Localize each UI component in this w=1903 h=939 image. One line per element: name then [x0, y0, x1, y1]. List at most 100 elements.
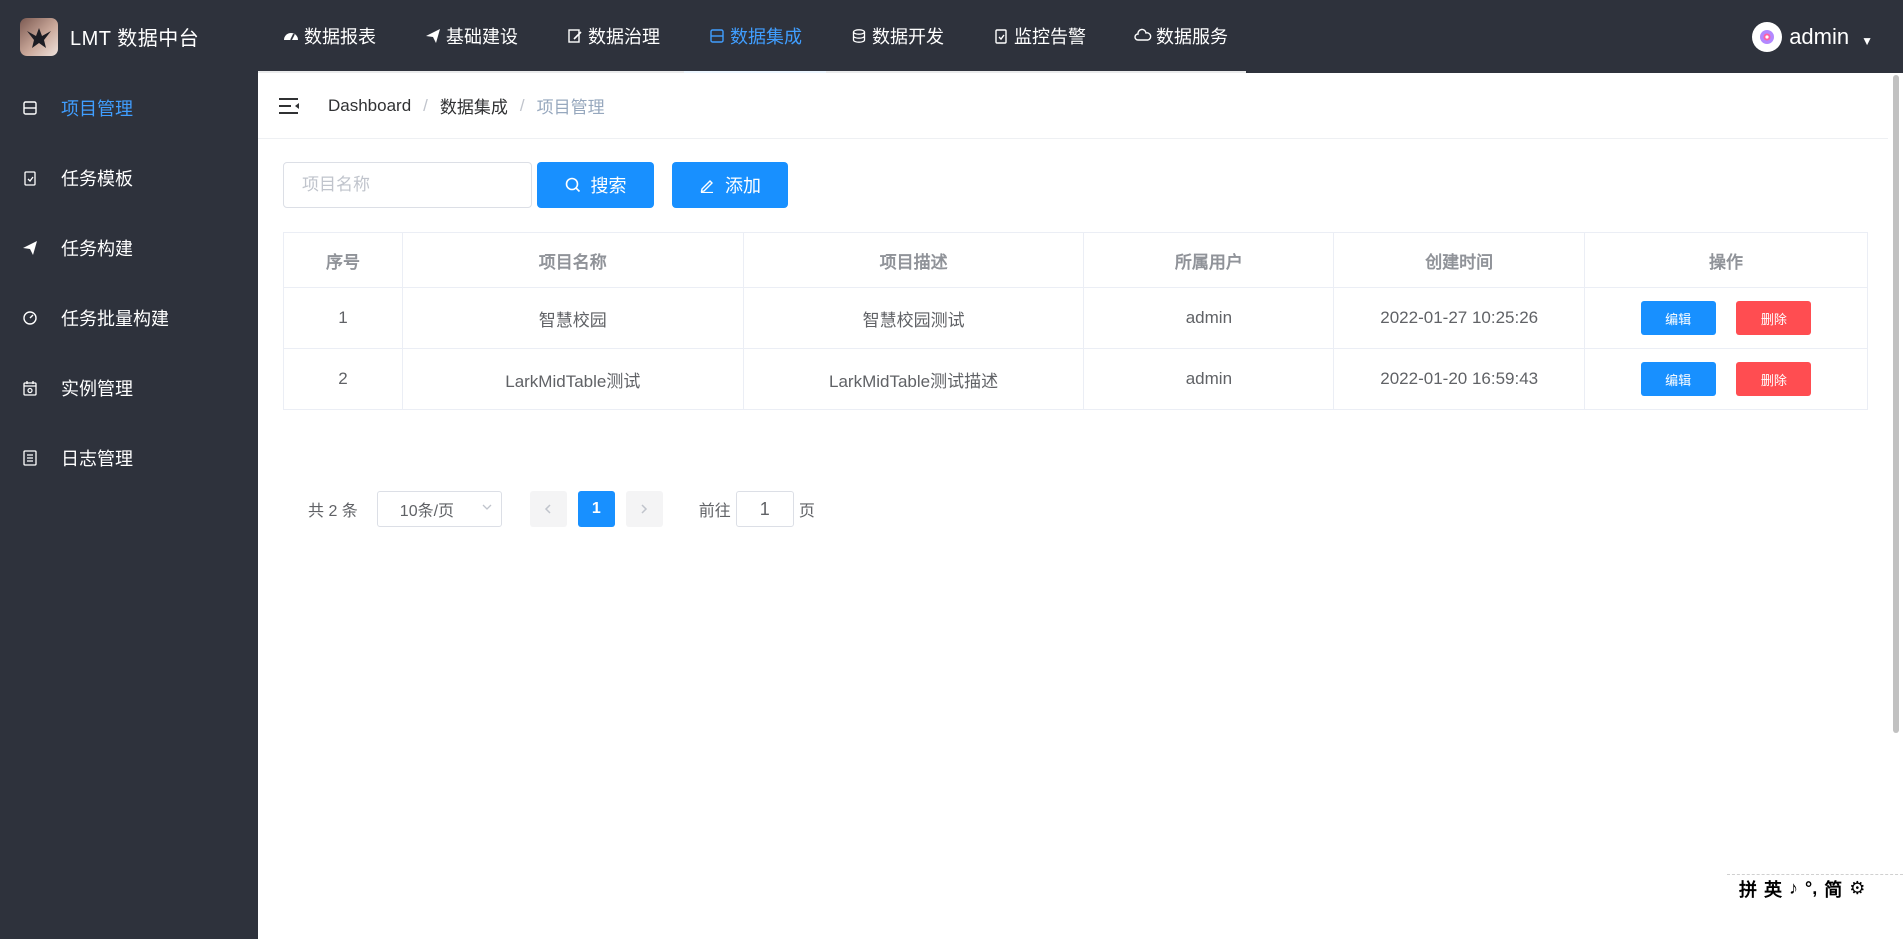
topnav-label: 监控告警 — [1014, 26, 1086, 47]
prev-page-button[interactable] — [529, 491, 567, 527]
avatar — [1752, 21, 1783, 52]
cell-created-time: 2022-01-20 16:59:43 — [1333, 348, 1586, 410]
ime-english-icon[interactable]: 英 — [1764, 876, 1782, 902]
sidebar-item-templates[interactable]: 任务模板 — [0, 143, 258, 213]
ime-settings-icon[interactable]: ⚙ — [1849, 878, 1865, 899]
cell-index: 1 — [283, 287, 403, 349]
ime-toolbar: 拼 英 ♪ °, 简 ⚙ — [1727, 874, 1903, 902]
toolbar: 搜索 添加 — [283, 162, 788, 208]
cloud-icon — [1134, 27, 1152, 45]
page-number-button[interactable]: 1 — [577, 491, 615, 527]
brand[interactable]: LMT 数据中台 — [0, 0, 258, 73]
ime-moon-icon[interactable]: ♪ — [1789, 878, 1798, 899]
cell-created-time: 2022-01-27 10:25:26 — [1333, 287, 1586, 349]
sidebar-item-label: 实例管理 — [61, 379, 133, 399]
cell-actions: 编辑 删除 — [1584, 348, 1868, 410]
goto-prefix: 前往 — [698, 503, 731, 520]
sidebar-item-instances[interactable]: 实例管理 — [0, 353, 258, 423]
cell-project-name: 智慧校园 — [401, 287, 744, 349]
page-size-select[interactable]: 10条/页 — [376, 491, 502, 527]
sidebar-item-logs[interactable]: 日志管理 — [0, 423, 258, 493]
ime-pinyin-icon[interactable]: 拼 — [1739, 876, 1757, 902]
breadcrumb-home[interactable]: Dashboard — [328, 96, 411, 116]
inbox-icon — [708, 27, 726, 45]
cell-owner: admin — [1083, 287, 1335, 349]
dashboard-icon — [282, 27, 300, 45]
ime-punctuation-icon[interactable]: °, — [1805, 878, 1817, 899]
breadcrumb-current: 项目管理 — [536, 98, 605, 117]
topnav-item-services[interactable]: 数据服务 — [1110, 0, 1252, 73]
header-index: 序号 — [283, 232, 403, 288]
sidebar-item-label: 任务批量构建 — [61, 309, 169, 329]
brand-title: LMT 数据中台 — [70, 28, 200, 50]
sidebar-item-batch-build[interactable]: 任务批量构建 — [0, 283, 258, 353]
edit-button[interactable]: 编辑 — [1640, 301, 1716, 335]
topnav-item-governance[interactable]: 数据治理 — [542, 0, 684, 73]
goto-page-input[interactable] — [735, 491, 794, 527]
edit-button[interactable]: 编辑 — [1640, 362, 1716, 396]
document-list-icon — [21, 449, 39, 467]
sidebar-item-label: 任务构建 — [61, 239, 133, 259]
breadcrumb-separator: / — [519, 95, 525, 115]
cell-project-name: LarkMidTable测试 — [401, 348, 744, 410]
scrollbar-thumb[interactable] — [1893, 75, 1899, 733]
topnav-item-monitoring[interactable]: 监控告警 — [968, 0, 1110, 73]
header-actions: 操作 — [1584, 232, 1868, 288]
topnav-label: 数据服务 — [1156, 26, 1228, 47]
add-button[interactable]: 添加 — [672, 162, 788, 208]
clipboard-check-icon — [21, 169, 39, 187]
search-icon — [565, 177, 581, 193]
header-created-time: 创建时间 — [1333, 232, 1586, 288]
calendar-icon — [21, 379, 39, 397]
content-navbar: Dashboard / 数据集成 / 项目管理 — [258, 73, 1888, 139]
chevron-left-icon — [545, 504, 551, 514]
topnav-item-development[interactable]: 数据开发 — [826, 0, 968, 73]
topnav-label: 数据治理 — [588, 26, 660, 47]
breadcrumb: Dashboard / 数据集成 / 项目管理 — [328, 93, 605, 118]
next-page-button[interactable] — [625, 491, 663, 527]
pagination-total: 共 2 条 — [308, 503, 358, 520]
edit-pen-icon — [699, 177, 715, 193]
vertical-scrollbar[interactable] — [1888, 73, 1903, 939]
project-name-search-input[interactable] — [283, 162, 532, 208]
sidebar-item-label: 任务模板 — [61, 169, 133, 189]
delete-button[interactable]: 删除 — [1736, 362, 1812, 396]
paper-plane-icon — [424, 27, 442, 45]
add-button-label: 添加 — [725, 176, 761, 196]
goto-suffix: 页 — [798, 503, 815, 520]
goto-page: 前往 页 — [699, 491, 815, 527]
topnav-item-infrastructure[interactable]: 基础建设 — [400, 0, 542, 73]
edit-document-icon — [566, 27, 584, 45]
user-menu[interactable]: admin ▼ — [1752, 0, 1873, 73]
menu-toggle-icon[interactable] — [278, 95, 300, 117]
header-project-desc: 项目描述 — [742, 232, 1085, 288]
pagination: 共 2 条 10条/页 1 前往 页 — [308, 491, 815, 527]
topnav-label: 数据报表 — [304, 26, 376, 47]
topnav-item-reports[interactable]: 数据报表 — [258, 0, 400, 73]
topnav-label: 数据集成 — [730, 26, 802, 47]
gauge-icon — [21, 309, 39, 327]
breadcrumb-section[interactable]: 数据集成 — [440, 93, 508, 118]
brand-logo — [20, 17, 58, 56]
topnav-label: 基础建设 — [446, 26, 518, 47]
user-name: admin — [1789, 23, 1850, 49]
topnav-item-integration[interactable]: 数据集成 — [684, 0, 826, 73]
delete-button[interactable]: 删除 — [1736, 301, 1812, 335]
sidebar-item-label: 日志管理 — [61, 449, 133, 469]
search-button-label: 搜索 — [590, 176, 627, 196]
projects-table: 序号 项目名称 项目描述 所属用户 创建时间 操作 1 智慧校园 智慧校园测试 … — [283, 232, 1868, 410]
main-content: Dashboard / 数据集成 / 项目管理 搜索 添加 序号 — [258, 73, 1888, 939]
paper-plane-icon — [21, 239, 39, 257]
search-button[interactable]: 搜索 — [537, 162, 654, 208]
sidebar-item-projects[interactable]: 项目管理 — [0, 73, 258, 143]
clipboard-icon — [992, 27, 1010, 45]
table-header-row: 序号 项目名称 项目描述 所属用户 创建时间 操作 — [283, 232, 1868, 288]
header-owner: 所属用户 — [1083, 232, 1335, 288]
inbox-icon — [21, 99, 39, 117]
caret-down-icon: ▼ — [1861, 33, 1873, 48]
sidebar-item-task-build[interactable]: 任务构建 — [0, 213, 258, 283]
database-icon — [850, 27, 868, 45]
breadcrumb-separator: / — [423, 95, 428, 115]
sidebar-item-label: 项目管理 — [61, 99, 133, 119]
ime-simplified-icon[interactable]: 简 — [1824, 876, 1842, 902]
